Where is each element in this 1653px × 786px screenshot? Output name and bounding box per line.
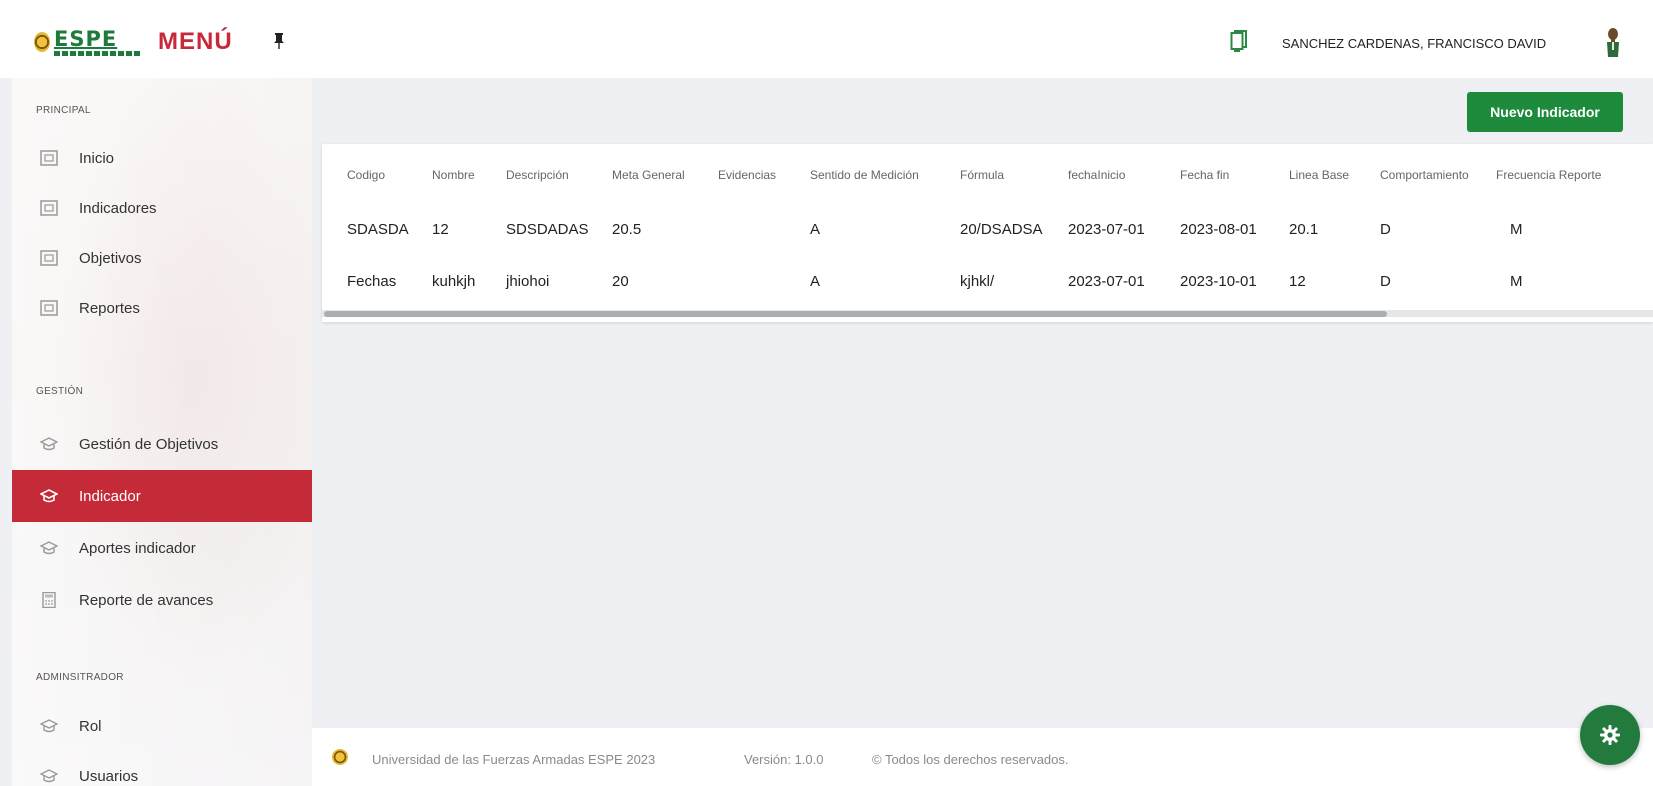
table-cell: M bbox=[1510, 221, 1523, 238]
table-cell: 20 bbox=[612, 273, 629, 290]
sidebar-item-label: Reportes bbox=[79, 299, 140, 317]
menu-title: MENÚ bbox=[158, 28, 233, 55]
column-header[interactable]: Fecha fin bbox=[1180, 168, 1229, 182]
graduation-cap-icon bbox=[40, 719, 58, 733]
section-label-principal: PRINCIPAL bbox=[36, 105, 91, 116]
table-cell: 2023-07-01 bbox=[1068, 273, 1145, 290]
image-frame-icon bbox=[40, 300, 58, 316]
column-header[interactable]: Comportamiento bbox=[1380, 168, 1469, 182]
table-cell: SDASDA bbox=[347, 221, 409, 238]
column-header[interactable]: fechaInicio bbox=[1068, 168, 1125, 182]
column-header[interactable]: Evidencias bbox=[718, 168, 776, 182]
sidebar-item-label: Reporte de avances bbox=[79, 591, 214, 609]
table-cell: kjhkl/ bbox=[960, 273, 995, 290]
gear-icon bbox=[1600, 725, 1620, 745]
sidebar-item-reporte-avances[interactable]: Reporte de avances bbox=[12, 574, 312, 626]
table-cell: M bbox=[1510, 273, 1523, 290]
sidebar-item-label: Aportes indicador bbox=[79, 539, 196, 557]
table-cell: A bbox=[810, 273, 821, 290]
user-name[interactable]: SANCHEZ CARDENAS, FRANCISCO DAVID bbox=[1282, 36, 1546, 51]
table-cell: 12 bbox=[432, 221, 449, 238]
table-cell: 2023-08-01 bbox=[1180, 221, 1257, 238]
sidebar-item-label: Rol bbox=[79, 717, 102, 735]
sidebar-item-label: Gestión de Objetivos bbox=[79, 435, 219, 453]
graduation-cap-icon bbox=[40, 437, 58, 451]
column-header[interactable]: Meta General bbox=[612, 168, 685, 182]
table-cell: D bbox=[1380, 221, 1391, 238]
sidebar-item-label: Objetivos bbox=[79, 249, 142, 267]
graduation-cap-icon bbox=[40, 769, 58, 783]
user-avatar[interactable] bbox=[1605, 27, 1621, 57]
image-frame-icon bbox=[40, 250, 58, 266]
pin-icon[interactable] bbox=[272, 33, 286, 49]
column-header[interactable]: Nombre bbox=[432, 168, 475, 182]
espe-seal-icon bbox=[332, 749, 348, 765]
logo-wordmark: ESPE bbox=[54, 26, 118, 51]
sidebar-item-inicio[interactable]: Inicio bbox=[12, 132, 312, 184]
footer-university: Universidad de las Fuerzas Armadas ESPE … bbox=[372, 752, 656, 767]
footer-rights: © Todos los derechos reservados. bbox=[872, 752, 1069, 767]
column-header[interactable]: Descripción bbox=[506, 168, 569, 182]
settings-fab[interactable] bbox=[1580, 705, 1640, 765]
top-header: ESPE MENÚ SANCHEZ CARDENAS, FRANCISCO DA… bbox=[0, 0, 1653, 78]
sidebar-item-label: Inicio bbox=[79, 149, 115, 167]
column-header[interactable]: Linea Base bbox=[1289, 168, 1349, 182]
image-frame-icon bbox=[40, 150, 58, 166]
sidebar: PRINCIPAL Inicio Indicadores Objetivos R… bbox=[12, 78, 312, 786]
image-frame-icon bbox=[40, 200, 58, 216]
table-cell: 2023-07-01 bbox=[1068, 221, 1145, 238]
espe-logo[interactable]: ESPE bbox=[34, 26, 142, 58]
sidebar-item-label: Indicadores bbox=[79, 199, 157, 217]
table-cell: jhiohoi bbox=[506, 273, 550, 290]
sidebar-item-objetivos[interactable]: Objetivos bbox=[12, 232, 312, 284]
sidebar-item-rol[interactable]: Rol bbox=[12, 700, 312, 752]
graduation-cap-icon bbox=[40, 541, 58, 555]
indicators-table: Codigo Nombre Descripción Meta General E… bbox=[322, 144, 1653, 322]
table-cell: 20/DSADSA bbox=[960, 221, 1043, 238]
table-cell: 12 bbox=[1289, 273, 1306, 290]
table-cell: 20.1 bbox=[1289, 221, 1319, 238]
sidebar-item-label: Usuarios bbox=[79, 767, 139, 785]
sidebar-item-label: Indicador bbox=[79, 487, 141, 505]
graduation-cap-icon bbox=[40, 489, 58, 503]
footer-version: Versión: 1.0.0 bbox=[744, 752, 824, 767]
sidebar-item-usuarios[interactable]: Usuarios bbox=[12, 750, 312, 786]
espe-seal-icon bbox=[34, 32, 50, 52]
sidebar-item-aportes-indicador[interactable]: Aportes indicador bbox=[12, 522, 312, 574]
footer: Universidad de las Fuerzas Armadas ESPE … bbox=[312, 728, 1653, 786]
sidebar-item-reportes[interactable]: Reportes bbox=[12, 282, 312, 334]
section-label-administrador: ADMINSITRADOR bbox=[36, 672, 124, 683]
section-label-gestion: GESTIÓN bbox=[36, 386, 84, 397]
new-indicator-button[interactable]: Nuevo Indicador bbox=[1467, 92, 1623, 132]
column-header[interactable]: Sentido de Medición bbox=[810, 168, 919, 182]
table-cell: 2023-10-01 bbox=[1180, 273, 1257, 290]
table-cell: D bbox=[1380, 273, 1391, 290]
calculator-icon bbox=[42, 592, 56, 608]
sidebar-item-indicadores[interactable]: Indicadores bbox=[12, 182, 312, 234]
column-header[interactable]: Codigo bbox=[347, 168, 385, 182]
column-header[interactable]: Fórmula bbox=[960, 168, 1004, 182]
table-cell: 20.5 bbox=[612, 221, 642, 238]
horizontal-scrollbar-thumb[interactable] bbox=[324, 311, 1387, 317]
table-cell: SDSDADAS bbox=[506, 221, 589, 238]
table-cell: kuhkjh bbox=[432, 273, 476, 290]
sidebar-item-gestion-objetivos[interactable]: Gestión de Objetivos bbox=[12, 418, 312, 470]
table-cell: A bbox=[810, 221, 821, 238]
book-icon[interactable] bbox=[1230, 30, 1248, 52]
sidebar-item-indicador[interactable]: Indicador bbox=[12, 470, 312, 522]
table-cell: Fechas bbox=[347, 273, 397, 290]
column-header[interactable]: Frecuencia Reporte bbox=[1496, 168, 1601, 182]
